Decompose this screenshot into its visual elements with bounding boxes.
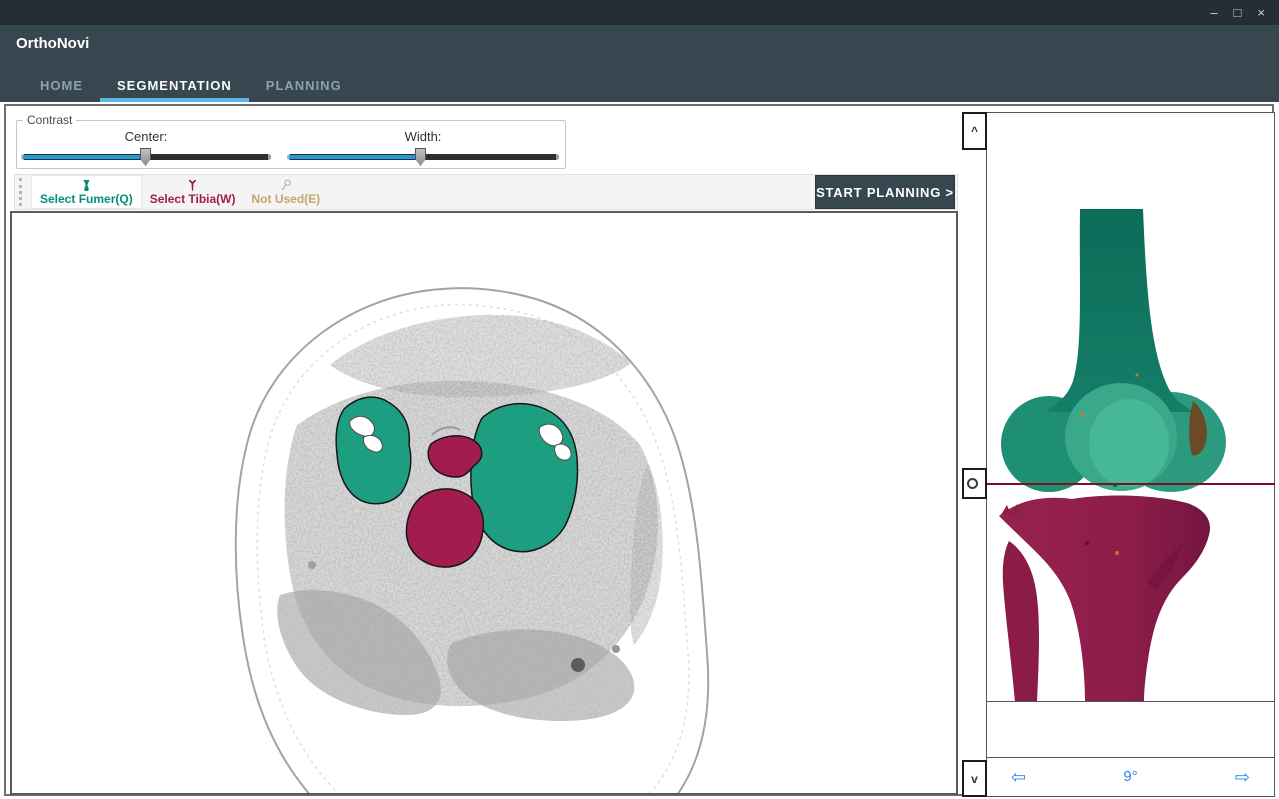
rotate-left-button[interactable]: ⇦ bbox=[1011, 768, 1026, 786]
minimize-button[interactable]: – bbox=[1210, 6, 1217, 19]
panel-spacer bbox=[987, 702, 1274, 757]
tibia-3d bbox=[999, 496, 1210, 702]
start-planning-button[interactable]: START PLANNING > bbox=[815, 175, 955, 209]
select-tibia-label: Select Tibia(W) bbox=[150, 192, 236, 206]
select-femur-button[interactable]: Select Fumer(Q) bbox=[31, 175, 142, 209]
slice-slider[interactable]: ^ v bbox=[962, 112, 987, 797]
center-slider-thumb[interactable] bbox=[140, 148, 151, 166]
magnifier-icon bbox=[280, 179, 292, 192]
titlebar: – □ × bbox=[0, 0, 1279, 25]
tibia-icon bbox=[187, 179, 198, 192]
center-slider-label: Center: bbox=[21, 129, 271, 144]
bone-3d-render bbox=[987, 113, 1274, 702]
app-title: OrthoNovi bbox=[16, 35, 89, 52]
slice-up-button[interactable]: ^ bbox=[962, 112, 987, 150]
toolbar-gripper[interactable] bbox=[19, 178, 23, 206]
width-slider-label: Width: bbox=[287, 129, 559, 144]
ct-slice-image bbox=[12, 213, 956, 793]
segmentation-toolbar: Select Fumer(Q) Select Tibia(W) Not Used… bbox=[14, 174, 958, 210]
width-slider-fill bbox=[289, 155, 420, 159]
rotate-right-button[interactable]: ⇨ bbox=[1235, 768, 1250, 786]
femur-icon bbox=[81, 179, 92, 192]
width-slider-thumb[interactable] bbox=[415, 148, 426, 166]
bone-3d-view[interactable] bbox=[987, 113, 1274, 702]
not-used-button[interactable]: Not Used(E) bbox=[244, 175, 329, 209]
center-slider-fill bbox=[23, 155, 144, 159]
ct-slice-view[interactable] bbox=[10, 211, 958, 795]
femur-3d bbox=[1001, 209, 1226, 492]
width-slider[interactable] bbox=[287, 148, 559, 166]
contrast-groupbox: Contrast Center: Width: bbox=[16, 113, 566, 169]
slice-marker-icon bbox=[967, 478, 978, 489]
slice-down-button[interactable]: v bbox=[962, 760, 987, 797]
maximize-button[interactable]: □ bbox=[1234, 6, 1242, 19]
select-tibia-button[interactable]: Select Tibia(W) bbox=[142, 175, 244, 209]
select-femur-label: Select Fumer(Q) bbox=[40, 192, 133, 206]
center-slider[interactable] bbox=[21, 148, 271, 166]
bone-3d-panel: ⇦ 9° ⇨ bbox=[986, 112, 1275, 797]
contrast-legend: Contrast bbox=[23, 113, 76, 127]
rotation-angle: 9° bbox=[1123, 768, 1137, 785]
tab-home[interactable]: HOME bbox=[23, 69, 100, 102]
close-button[interactable]: × bbox=[1257, 6, 1265, 19]
slice-position-thumb[interactable] bbox=[962, 468, 987, 499]
tab-segmentation[interactable]: SEGMENTATION bbox=[100, 69, 249, 102]
tab-bar: HOME SEGMENTATION PLANNING bbox=[23, 69, 359, 102]
tab-planning[interactable]: PLANNING bbox=[249, 69, 359, 102]
rotation-bar: ⇦ 9° ⇨ bbox=[987, 757, 1274, 795]
not-used-label: Not Used(E) bbox=[252, 192, 321, 206]
app-header: OrthoNovi HOME SEGMENTATION PLANNING bbox=[0, 25, 1279, 102]
